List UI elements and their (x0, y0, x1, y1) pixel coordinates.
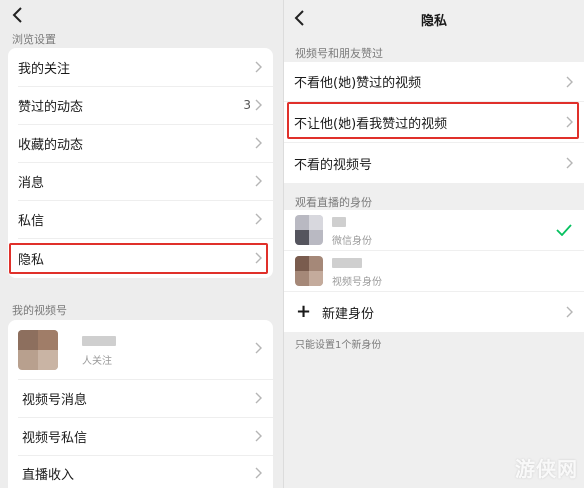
my-following-item[interactable]: 我的关注 (8, 48, 273, 86)
chevron-right-icon (255, 467, 263, 479)
chevron-right-icon (566, 116, 574, 128)
blocked-channels-item[interactable]: 不看的视频号 (284, 143, 584, 183)
chevron-right-icon (255, 392, 263, 404)
channel-profile-item[interactable]: 人关注 (8, 320, 273, 376)
channel-identity-name-blurred (332, 258, 362, 268)
chevron-right-icon (255, 175, 263, 187)
wechat-identity-avatar (295, 215, 323, 245)
channel-name-blurred (82, 336, 116, 346)
direct-messages-item[interactable]: 私信 (8, 200, 273, 238)
identity-limit-note: 只能设置1个新身份 (295, 340, 382, 351)
hide-my-likes-label: 不让他(她)看我赞过的视频 (294, 116, 448, 132)
channel-dm-item[interactable]: 视频号私信 (8, 417, 273, 455)
liked-posts-label: 赞过的动态 (18, 99, 84, 115)
wechat-identity-name-blurred (332, 217, 346, 227)
privacy-label: 隐私 (18, 252, 45, 268)
direct-messages-label: 私信 (18, 213, 45, 229)
wechat-identity-item[interactable]: 微信身份 (284, 210, 584, 250)
channel-followers: 人关注 (82, 356, 112, 367)
left-settings-panel: 浏览设置 我的关注 赞过的动态 3 收藏的动态 消息 私信 隐私 我的视频号 人… (0, 0, 283, 488)
live-identity-section-title: 观看直播的身份 (295, 196, 372, 209)
hide-my-likes-item[interactable]: 不让他(她)看我赞过的视频 (284, 102, 584, 142)
my-following-label: 我的关注 (18, 61, 71, 77)
channel-identity-sub: 视频号身份 (332, 277, 382, 288)
wechat-identity-sub: 微信身份 (332, 236, 372, 247)
favorited-posts-item[interactable]: 收藏的动态 (8, 124, 273, 162)
plus-icon: + (296, 301, 312, 322)
watermark-logo: 游侠网 (515, 457, 578, 481)
chevron-right-icon (255, 342, 263, 354)
messages-item[interactable]: 消息 (8, 162, 273, 200)
privacy-item[interactable]: 隐私 (8, 239, 273, 277)
page-title: 隐私 (420, 14, 447, 29)
channel-messages-item[interactable]: 视频号消息 (8, 379, 273, 417)
channel-avatar (18, 330, 58, 370)
likes-section-title: 视频号和朋友赞过 (295, 47, 383, 60)
privacy-panel: 隐私 视频号和朋友赞过 不看他(她)赞过的视频 不让他(她)看我赞过的视频 不看… (283, 0, 584, 488)
liked-posts-count: 3 (243, 98, 251, 112)
new-identity-label: 新建身份 (322, 306, 375, 322)
channel-identity-avatar (295, 256, 323, 286)
browse-settings-card: 我的关注 赞过的动态 3 收藏的动态 消息 私信 隐私 (8, 48, 273, 278)
channel-dm-label: 视频号私信 (22, 430, 88, 446)
chevron-right-icon (255, 137, 263, 149)
chevron-right-icon (566, 157, 574, 169)
live-income-label: 直播收入 (22, 467, 75, 483)
new-identity-item[interactable]: + 新建身份 (284, 292, 584, 332)
chevron-right-icon (255, 252, 263, 264)
chevron-right-icon (255, 213, 263, 225)
hide-their-likes-item[interactable]: 不看他(她)赞过的视频 (284, 62, 584, 101)
live-income-item[interactable]: 直播收入 (8, 454, 273, 488)
checkmark-icon (556, 224, 572, 236)
my-channel-section-title: 我的视频号 (12, 304, 67, 317)
chevron-right-icon (566, 306, 574, 318)
channel-messages-label: 视频号消息 (22, 392, 88, 408)
my-channel-card: 人关注 视频号消息 视频号私信 直播收入 (8, 320, 273, 488)
liked-posts-item[interactable]: 赞过的动态 3 (8, 86, 273, 124)
chevron-right-icon (255, 430, 263, 442)
chevron-right-icon (566, 76, 574, 88)
blocked-channels-label: 不看的视频号 (294, 157, 373, 173)
channel-identity-item[interactable]: 视频号身份 (284, 251, 584, 291)
favorited-posts-label: 收藏的动态 (18, 137, 84, 153)
browse-settings-section-title: 浏览设置 (12, 33, 56, 46)
back-arrow-icon[interactable] (8, 4, 30, 26)
chevron-right-icon (255, 99, 263, 111)
chevron-right-icon (255, 61, 263, 73)
hide-their-likes-label: 不看他(她)赞过的视频 (294, 76, 422, 91)
messages-label: 消息 (18, 175, 45, 191)
